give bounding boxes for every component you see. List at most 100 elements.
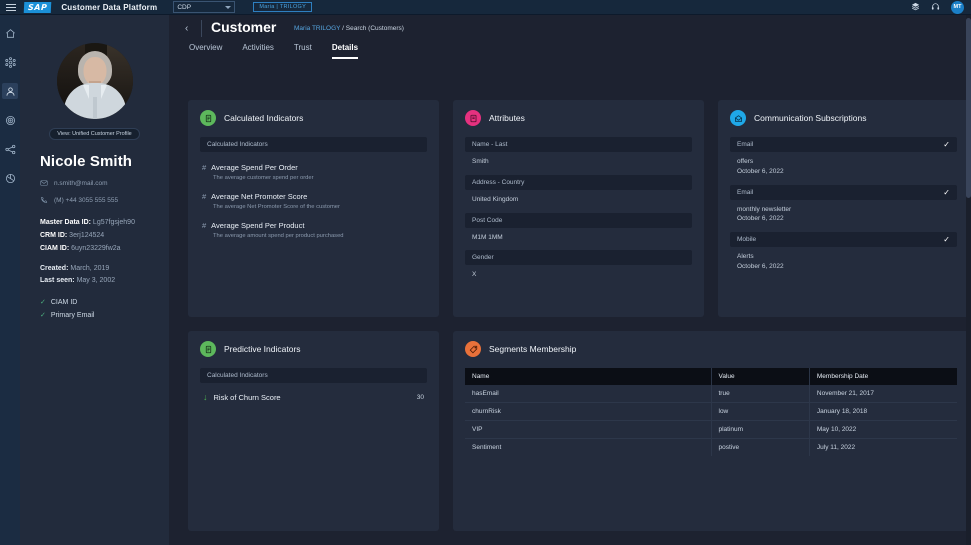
churn-score-row[interactable]: ↓ Risk of Churn Score 30 <box>200 393 427 402</box>
tab-bar: Overview Activities Trust Details <box>169 43 971 59</box>
meta-value: May 3, 2002 <box>77 277 116 284</box>
tag-icon <box>465 341 481 357</box>
id-value: 3erj124524 <box>69 232 104 239</box>
id-row: CRM ID: 3erj124524 <box>40 232 169 239</box>
cell-name: VIP <box>465 421 711 439</box>
subscription-channel: Mobile <box>737 236 756 243</box>
tab-activities[interactable]: Activities <box>242 43 274 59</box>
strip-label: Calculated Indicators <box>207 372 268 379</box>
sidebar-item-connections[interactable] <box>2 54 18 70</box>
subscription-name: monthly newsletter <box>737 205 950 215</box>
attribute-label-text: Address - Country <box>472 179 524 186</box>
table-row[interactable]: VIP platinum May 10, 2022 <box>465 421 957 439</box>
indicator-desc: The average Net Promoter Score of the cu… <box>213 204 427 210</box>
cell-name: hasEmail <box>465 385 711 403</box>
mail-open-icon <box>730 110 746 126</box>
headset-icon[interactable] <box>931 2 940 13</box>
card-row-1: Calculated Indicators Calculated Indicat… <box>169 100 971 317</box>
hash-icon: # <box>202 192 206 201</box>
workspace-select-value: CDP <box>177 4 191 11</box>
sidebar-item-customers[interactable] <box>2 83 18 99</box>
arrow-down-icon: ↓ <box>203 393 208 402</box>
cell-value: platinum <box>711 421 809 439</box>
sidebar-item-home[interactable] <box>2 25 18 41</box>
card-header: Segments Membership <box>465 341 957 357</box>
indicator-item[interactable]: #Average Net Promoter Score The average … <box>200 188 427 210</box>
customer-phone-row[interactable]: (M) +44 3055 555 555 <box>40 196 169 204</box>
view-unified-profile-button[interactable]: View: Unified Customer Profile <box>49 128 139 140</box>
avatar[interactable]: MT <box>951 1 964 14</box>
card-title: Communication Subscriptions <box>754 113 866 123</box>
check-icon: ✓ <box>943 140 950 149</box>
attribute-label: Post Code <box>465 213 692 228</box>
id-label: CIAM ID: <box>40 245 69 252</box>
flag-label: Primary Email <box>51 312 95 319</box>
customer-email-row[interactable]: n.smith@mail.com <box>40 179 169 187</box>
tab-trust[interactable]: Trust <box>294 43 312 59</box>
indicator-item[interactable]: #Average Spend Per Product The average a… <box>200 217 427 239</box>
attribute-value: United Kingdom <box>465 190 692 213</box>
card-header: Predictive Indicators <box>200 341 427 357</box>
hamburger-icon[interactable] <box>6 4 16 11</box>
chevron-down-icon <box>225 6 231 9</box>
check-icon: ✓ <box>40 298 46 306</box>
main-content: ‹ Customer Maria TRILOGY / Search (Custo… <box>169 15 971 545</box>
subscription-detail: monthly newsletter October 6, 2022 <box>730 200 957 233</box>
sidebar-item-destinations[interactable] <box>2 141 18 157</box>
column-header-value[interactable]: Value <box>711 368 809 385</box>
chevron-left-icon[interactable]: ‹ <box>185 23 188 34</box>
meta-row: Last seen: May 3, 2002 <box>40 277 169 284</box>
table-row[interactable]: Sentiment postive July 11, 2022 <box>465 439 957 457</box>
layers-icon[interactable] <box>911 2 920 13</box>
id-value: 6uyn23229fw2a <box>71 245 120 252</box>
column-header-name[interactable]: Name <box>465 368 711 385</box>
subscription-date: October 6, 2022 <box>737 262 950 272</box>
id-value: Lg57fgsjeh90 <box>93 219 135 226</box>
subscription-header: Email ✓ <box>730 137 957 152</box>
user-org-badge[interactable]: Maria | TRILOGY <box>253 2 312 12</box>
sidebar-item-segments[interactable] <box>2 112 18 128</box>
meta-label: Last seen: <box>40 277 75 284</box>
workspace-select[interactable]: CDP <box>173 1 235 13</box>
card-title: Predictive Indicators <box>224 344 301 354</box>
customer-email: n.smith@mail.com <box>54 180 108 187</box>
cell-value: postive <box>711 439 809 457</box>
card-calculated-indicators: Calculated Indicators Calculated Indicat… <box>188 100 439 317</box>
card-attributes: Attributes Name - Last Smith Address - C… <box>453 100 704 317</box>
flag-row: ✓CIAM ID <box>40 298 169 306</box>
indicator-desc: The average customer spend per order <box>213 175 427 181</box>
sidebar-item-insights[interactable] <box>2 170 18 186</box>
meta-value: March, 2019 <box>70 265 109 272</box>
header-divider <box>201 20 202 37</box>
attribute-value: M1M 1MM <box>465 228 692 251</box>
hash-icon: # <box>202 221 206 230</box>
card-title: Calculated Indicators <box>224 113 303 123</box>
breadcrumb-link[interactable]: Maria TRILOGY <box>294 25 340 32</box>
app-title: Customer Data Platform <box>61 3 157 12</box>
cell-name: churnRisk <box>465 403 711 421</box>
subscription-header: Mobile ✓ <box>730 232 957 247</box>
tab-details[interactable]: Details <box>332 43 358 59</box>
icon-rail <box>0 15 20 545</box>
id-row: CIAM ID: 6uyn23229fw2a <box>40 245 169 252</box>
table-row[interactable]: hasEmail true November 21, 2017 <box>465 385 957 403</box>
list-icon <box>200 110 216 126</box>
indicator-item[interactable]: #Average Spend Per Order The average cus… <box>200 159 427 181</box>
card-communication-subscriptions: Communication Subscriptions Email ✓ offe… <box>718 100 969 317</box>
cell-value: low <box>711 403 809 421</box>
cell-name: Sentiment <box>465 439 711 457</box>
breadcrumb: Maria TRILOGY / Search (Customers) <box>294 25 404 32</box>
tab-overview[interactable]: Overview <box>189 43 222 59</box>
subscription-date: October 6, 2022 <box>737 167 950 177</box>
top-bar: SAP Customer Data Platform CDP Maria | T… <box>0 0 971 15</box>
customer-phone: (M) +44 3055 555 555 <box>54 197 118 204</box>
section-strip: Calculated Indicators <box>200 137 427 152</box>
column-header-date[interactable]: Membership Date <box>809 368 957 385</box>
indicator-title: Average Spend Per Order <box>211 163 298 172</box>
attribute-label-text: Gender <box>472 254 494 261</box>
table-row[interactable]: churnRisk low January 18, 2018 <box>465 403 957 421</box>
card-title: Attributes <box>489 113 525 123</box>
meta-row: Created: March, 2019 <box>40 265 169 272</box>
scrollbar-thumb[interactable] <box>966 18 971 198</box>
id-label: Master Data ID: <box>40 219 91 226</box>
